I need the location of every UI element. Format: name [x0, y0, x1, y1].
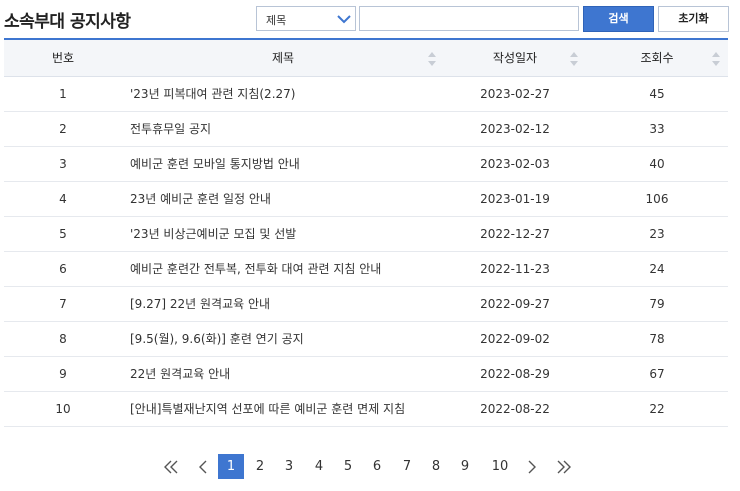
table-row[interactable]: 2 전투휴무일 공지 2023-02-12 33: [4, 111, 728, 147]
cell-views: 23: [586, 216, 728, 252]
column-header-views[interactable]: 조회수: [586, 39, 728, 77]
cell-title-link[interactable]: [9.5(월), 9.6(화)] 훈련 연기 공지: [122, 321, 444, 357]
cell-title-link[interactable]: [안내]특별재난지역 선포에 따른 예비군 훈련 면제 지침: [122, 391, 444, 427]
sort-icon[interactable]: [712, 52, 720, 66]
column-header-date[interactable]: 작성일자: [444, 39, 586, 77]
prev-page-button[interactable]: [193, 454, 213, 479]
cell-date: 2022-08-29: [444, 356, 586, 392]
page-button-3[interactable]: 3: [278, 454, 300, 479]
page-button-5[interactable]: 5: [337, 454, 359, 479]
column-header-views-label: 조회수: [640, 51, 674, 66]
last-page-button[interactable]: [553, 454, 575, 479]
cell-no: 3: [4, 146, 122, 182]
page-button-2[interactable]: 2: [249, 454, 271, 479]
cell-no: 10: [4, 391, 122, 427]
cell-title-link[interactable]: 예비군 훈련 모바일 통지방법 안내: [122, 146, 444, 182]
table-row[interactable]: 4 23년 예비군 훈련 일정 안내 2023-01-19 106: [4, 181, 728, 217]
column-header-title[interactable]: 제목: [122, 39, 444, 77]
page-button-1[interactable]: 1: [218, 454, 244, 479]
cell-date: 2022-11-23: [444, 251, 586, 287]
cell-views: 78: [586, 321, 728, 357]
column-header-title-label: 제목: [271, 51, 295, 66]
table-row[interactable]: 6 예비군 훈련간 전투복, 전투화 대여 관련 지침 안내 2022-11-2…: [4, 251, 728, 287]
cell-views: 67: [586, 356, 728, 392]
cell-views: 33: [586, 111, 728, 147]
search-input[interactable]: [359, 6, 579, 31]
sort-icon[interactable]: [570, 52, 578, 66]
page-title: 소속부대 공지사항: [4, 12, 131, 32]
cell-title-link[interactable]: 예비군 훈련간 전투복, 전투화 대여 관련 지침 안내: [122, 251, 444, 287]
cell-views: 106: [586, 181, 728, 217]
cell-no: 4: [4, 181, 122, 217]
header: 소속부대 공지사항 제목 검색 초기화: [0, 0, 740, 38]
cell-title-link[interactable]: '23년 비상근예비군 모집 및 선발: [122, 216, 444, 252]
table-row[interactable]: 10 [안내]특별재난지역 선포에 따른 예비군 훈련 면제 지침 2022-0…: [4, 391, 728, 427]
cell-date: 2023-02-03: [444, 146, 586, 182]
notice-table: 번호 제목 작성일자 조회수 1 '23년 피복대여 관련 지침(2.27) 2…: [4, 38, 728, 427]
chevron-right-icon: [528, 460, 536, 473]
cell-date: 2022-09-27: [444, 286, 586, 322]
double-chevron-right-icon: [557, 460, 571, 473]
column-header-no: 번호: [4, 39, 122, 77]
chevron-down-icon: [337, 15, 351, 24]
page-button-4[interactable]: 4: [308, 454, 330, 479]
page-button-9[interactable]: 9: [454, 454, 476, 479]
cell-no: 8: [4, 321, 122, 357]
page-button-10[interactable]: 10: [486, 454, 514, 479]
table-row[interactable]: 9 22년 원격교육 안내 2022-08-29 67: [4, 356, 728, 392]
search-field-select[interactable]: 제목: [256, 6, 356, 31]
reset-button[interactable]: 초기화: [658, 6, 729, 32]
table-row[interactable]: 3 예비군 훈련 모바일 통지방법 안내 2023-02-03 40: [4, 146, 728, 182]
cell-date: 2023-02-12: [444, 111, 586, 147]
cell-no: 2: [4, 111, 122, 147]
column-header-date-label: 작성일자: [492, 51, 538, 66]
cell-date: 2022-12-27: [444, 216, 586, 252]
cell-views: 40: [586, 146, 728, 182]
sort-icon[interactable]: [428, 52, 436, 66]
double-chevron-left-icon: [164, 460, 178, 473]
cell-no: 9: [4, 356, 122, 392]
cell-no: 1: [4, 76, 122, 112]
pagination: 1 2 3 4 5 6 7 8 9 10: [0, 451, 740, 481]
search-button[interactable]: 검색: [583, 6, 654, 32]
chevron-left-icon: [199, 460, 207, 473]
cell-no: 6: [4, 251, 122, 287]
table-row[interactable]: 1 '23년 피복대여 관련 지침(2.27) 2023-02-27 45: [4, 76, 728, 112]
cell-title-link[interactable]: 22년 원격교육 안내: [122, 356, 444, 392]
table-header-row: 번호 제목 작성일자 조회수: [4, 39, 728, 77]
cell-date: 2023-02-27: [444, 76, 586, 112]
cell-date: 2023-01-19: [444, 181, 586, 217]
table-row[interactable]: 8 [9.5(월), 9.6(화)] 훈련 연기 공지 2022-09-02 7…: [4, 321, 728, 357]
table-row[interactable]: 5 '23년 비상근예비군 모집 및 선발 2022-12-27 23: [4, 216, 728, 252]
cell-no: 5: [4, 216, 122, 252]
cell-views: 79: [586, 286, 728, 322]
page-button-6[interactable]: 6: [366, 454, 388, 479]
cell-no: 7: [4, 286, 122, 322]
cell-title-link[interactable]: 전투휴무일 공지: [122, 111, 444, 147]
cell-views: 45: [586, 76, 728, 112]
cell-title-link[interactable]: 23년 예비군 훈련 일정 안내: [122, 181, 444, 217]
cell-date: 2022-08-22: [444, 391, 586, 427]
cell-views: 24: [586, 251, 728, 287]
first-page-button[interactable]: [160, 454, 182, 479]
next-page-button[interactable]: [522, 454, 542, 479]
cell-views: 22: [586, 391, 728, 427]
table-row[interactable]: 7 [9.27] 22년 원격교육 안내 2022-09-27 79: [4, 286, 728, 322]
page-button-7[interactable]: 7: [396, 454, 418, 479]
page-button-8[interactable]: 8: [425, 454, 447, 479]
cell-title-link[interactable]: [9.27] 22년 원격교육 안내: [122, 286, 444, 322]
cell-date: 2022-09-02: [444, 321, 586, 357]
cell-title-link[interactable]: '23년 피복대여 관련 지침(2.27): [122, 76, 444, 112]
select-value: 제목: [266, 14, 287, 27]
